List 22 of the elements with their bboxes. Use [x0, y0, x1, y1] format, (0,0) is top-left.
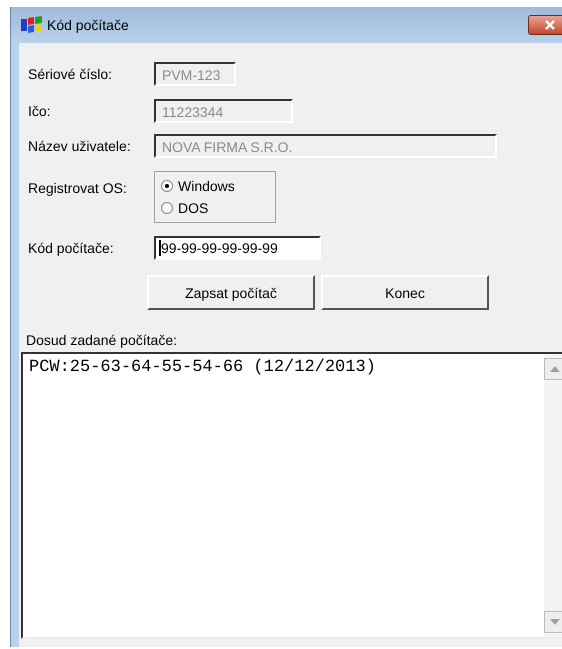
- radio-label[interactable]: Windows: [178, 178, 235, 194]
- field-label: Ičo:: [27, 102, 52, 118]
- field-label: Název uživatele:: [27, 138, 132, 154]
- list-entry: PCW:25-63-64-55-54-66 (12/12/2013): [29, 358, 377, 377]
- code-input-field[interactable]: 99-99-99-99-99-99: [154, 236, 321, 260]
- close-icon: [544, 20, 556, 30]
- scroll-up-icon[interactable]: [544, 358, 562, 380]
- windows-flag-icon: [21, 16, 43, 34]
- radio-button[interactable]: [161, 180, 173, 192]
- scroll-down-icon[interactable]: [544, 611, 562, 633]
- list-box[interactable]: PCW:25-63-64-55-54-66 (12/12/2013): [21, 352, 562, 639]
- field-label: Registrovat OS:: [27, 179, 128, 196]
- field-label: Kód počítače:: [27, 240, 115, 256]
- field-label: Sériové číslo:: [27, 66, 114, 82]
- radio-button[interactable]: [161, 202, 173, 214]
- window-title: Kód počítače: [47, 17, 129, 33]
- scrollbar[interactable]: [544, 354, 562, 637]
- radio-label[interactable]: DOS: [178, 200, 208, 216]
- list-label: Dosud zadané počítače:: [26, 332, 178, 348]
- close-dialog-button[interactable]: Konec: [321, 275, 489, 310]
- close-button[interactable]: [528, 15, 562, 35]
- save-button[interactable]: Zapsat počítač: [147, 275, 315, 310]
